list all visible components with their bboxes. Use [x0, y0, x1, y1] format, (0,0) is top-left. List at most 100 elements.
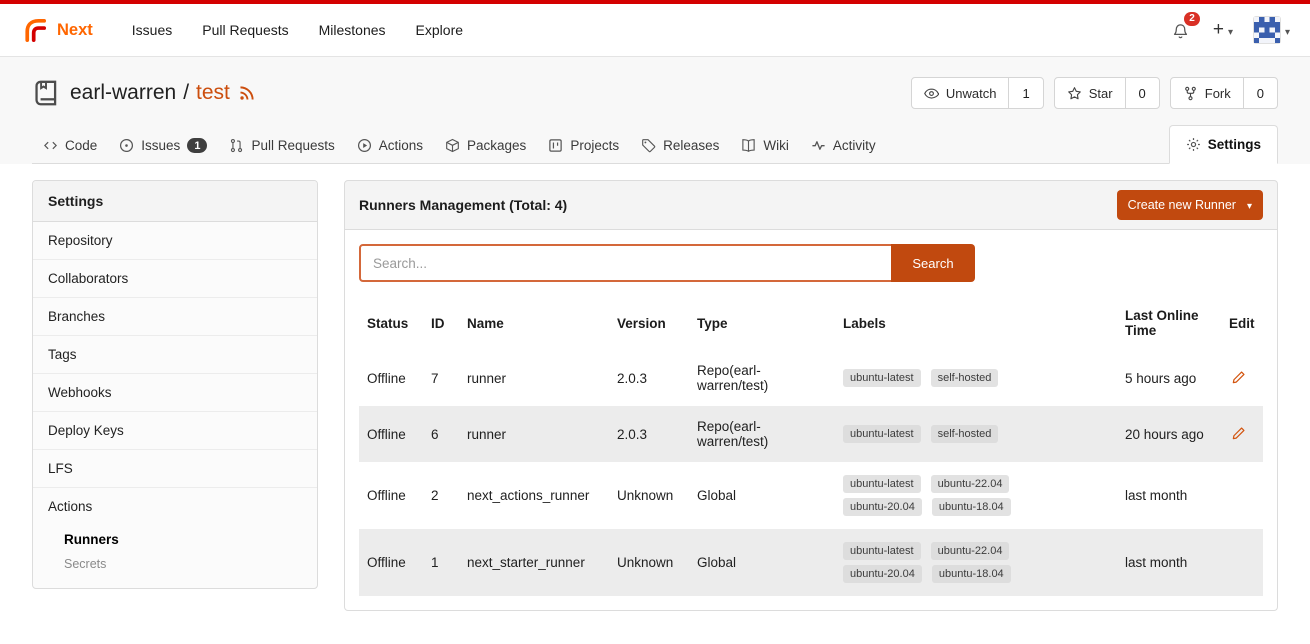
- runner-type: Global: [689, 529, 835, 596]
- tab-releases[interactable]: Releases: [630, 128, 730, 163]
- tab-packages[interactable]: Packages: [434, 128, 537, 163]
- tab-wiki[interactable]: Wiki: [730, 128, 800, 163]
- col-header-edit: Edit: [1221, 296, 1263, 350]
- runner-status: Offline: [359, 462, 423, 529]
- tab-label: Settings: [1208, 137, 1261, 152]
- fork-label: Fork: [1205, 86, 1231, 101]
- runner-type: Repo(earl-warren/test): [689, 350, 835, 406]
- runners-panel-header: Runners Management (Total: 4) Create new…: [344, 180, 1278, 230]
- runner-row: Offline 6 runner 2.0.3 Repo(earl-warren/…: [359, 406, 1263, 462]
- forks-count[interactable]: 0: [1243, 78, 1277, 108]
- sidebar-title: Settings: [33, 181, 317, 222]
- star-label: Star: [1089, 86, 1113, 101]
- tab-issues[interactable]: Issues 1: [108, 128, 218, 163]
- actions-submenu: Runners Secrets: [33, 525, 317, 588]
- edit-runner-button[interactable]: [1229, 424, 1248, 443]
- tab-actions[interactable]: Actions: [346, 128, 434, 163]
- tab-pull-requests[interactable]: Pull Requests: [218, 128, 345, 163]
- runner-id: 6: [423, 406, 459, 462]
- tab-label: Code: [65, 138, 97, 153]
- table-header-row: Status ID Name Version Type Labels Last …: [359, 296, 1263, 350]
- notifications-button[interactable]: 2: [1168, 18, 1193, 43]
- repo-tab-bar: Code Issues 1 Pull Requests: [32, 125, 1278, 164]
- label-badge: self-hosted: [931, 425, 999, 443]
- home-link[interactable]: Next: [20, 16, 93, 45]
- package-icon: [445, 138, 460, 153]
- repo-owner-link[interactable]: earl-warren: [70, 81, 176, 105]
- search-bar: Search: [359, 244, 1263, 282]
- search-input[interactable]: [359, 244, 893, 282]
- runner-id: 7: [423, 350, 459, 406]
- sidebar-item-secrets[interactable]: Secrets: [64, 552, 302, 576]
- tab-activity[interactable]: Activity: [800, 128, 887, 163]
- tab-label: Pull Requests: [251, 138, 334, 153]
- page-title: Runners Management (Total: 4): [359, 197, 567, 213]
- runners-panel: Runners Management (Total: 4) Create new…: [344, 180, 1278, 611]
- nav-item-explore[interactable]: Explore: [401, 14, 478, 46]
- chevron-down-icon: [1281, 22, 1290, 38]
- fork-button[interactable]: Fork: [1171, 78, 1243, 108]
- unwatch-button[interactable]: Unwatch: [912, 78, 1009, 108]
- create-new-dropdown[interactable]: [1213, 19, 1233, 41]
- star-button[interactable]: Star: [1055, 78, 1125, 108]
- tab-code[interactable]: Code: [32, 128, 108, 163]
- create-runner-label: Create new Runner: [1128, 198, 1236, 212]
- col-header-type: Type: [689, 296, 835, 350]
- tab-label: Wiki: [763, 138, 789, 153]
- runner-version: Unknown: [609, 529, 689, 596]
- user-menu[interactable]: [1253, 16, 1290, 44]
- notification-count-badge: 2: [1184, 12, 1200, 26]
- nav-item-pull-requests[interactable]: Pull Requests: [187, 14, 303, 46]
- stars-count[interactable]: 0: [1125, 78, 1159, 108]
- pencil-icon: [1231, 370, 1246, 385]
- brand-name: Next: [57, 21, 93, 40]
- runner-row: Offline 1 next_starter_runner Unknown Gl…: [359, 529, 1263, 596]
- rss-feed-icon[interactable]: [238, 84, 256, 102]
- pencil-icon: [1231, 426, 1246, 441]
- sidebar-item-collaborators[interactable]: Collaborators: [33, 260, 317, 298]
- runner-status: Offline: [359, 350, 423, 406]
- col-header-version: Version: [609, 296, 689, 350]
- repo-icon: [32, 79, 60, 107]
- sidebar-item-lfs[interactable]: LFS: [33, 450, 317, 488]
- col-header-status: Status: [359, 296, 423, 350]
- sidebar-item-runners[interactable]: Runners: [64, 527, 302, 552]
- gear-icon: [1186, 137, 1201, 152]
- fork-button-group: Fork 0: [1170, 77, 1278, 109]
- nav-item-milestones[interactable]: Milestones: [304, 14, 401, 46]
- edit-runner-button[interactable]: [1229, 368, 1248, 387]
- tab-label: Actions: [379, 138, 423, 153]
- runner-last-online: last month: [1117, 529, 1221, 596]
- sidebar-item-actions[interactable]: Actions: [33, 488, 317, 525]
- runner-type: Global: [689, 462, 835, 529]
- runner-id: 1: [423, 529, 459, 596]
- sidebar-item-repository[interactable]: Repository: [33, 222, 317, 260]
- create-runner-button[interactable]: Create new Runner: [1117, 190, 1263, 220]
- search-button[interactable]: Search: [891, 244, 975, 282]
- issues-count-badge: 1: [187, 138, 207, 153]
- chevron-down-icon: [1224, 22, 1233, 38]
- runner-labels: ubuntu-latest ubuntu-22.04 ubuntu-20.04 …: [843, 475, 1033, 516]
- nav-item-issues[interactable]: Issues: [117, 14, 187, 46]
- sidebar-item-deploy-keys[interactable]: Deploy Keys: [33, 412, 317, 450]
- tab-label: Issues: [141, 138, 180, 153]
- runners-panel-body: Search Status ID Name Version Type Label…: [344, 230, 1278, 611]
- col-header-labels: Labels: [835, 296, 1117, 350]
- sidebar-item-webhooks[interactable]: Webhooks: [33, 374, 317, 412]
- sidebar-item-branches[interactable]: Branches: [33, 298, 317, 336]
- repo-name-link[interactable]: test: [196, 81, 230, 105]
- main-content: Settings Repository Collaborators Branch…: [0, 164, 1310, 611]
- tab-label: Packages: [467, 138, 526, 153]
- runner-version: 2.0.3: [609, 350, 689, 406]
- chevron-down-icon: [1243, 198, 1252, 212]
- tab-projects[interactable]: Projects: [537, 128, 630, 163]
- sidebar-item-tags[interactable]: Tags: [33, 336, 317, 374]
- project-board-icon: [548, 138, 563, 153]
- repo-header: earl-warren / test Unwatch: [0, 57, 1310, 164]
- plus-icon: [1213, 19, 1224, 41]
- play-circle-icon: [357, 138, 372, 153]
- pulse-icon: [811, 138, 826, 153]
- watchers-count[interactable]: 1: [1008, 78, 1042, 108]
- tab-settings[interactable]: Settings: [1169, 125, 1278, 164]
- runner-name: runner: [459, 406, 609, 462]
